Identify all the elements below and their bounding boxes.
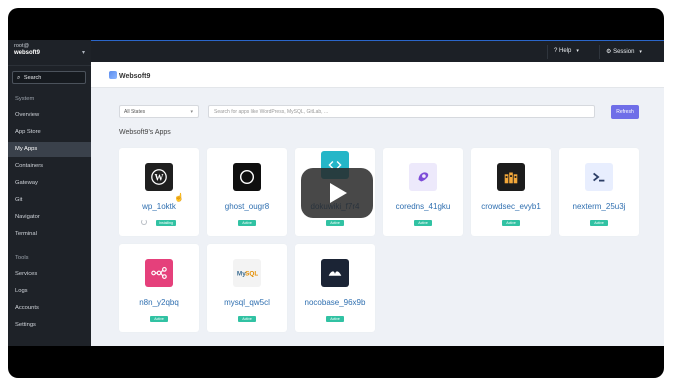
wordpress-icon: W — [145, 163, 173, 191]
user-switcher[interactable]: root@ websoft9 ▾ — [8, 40, 91, 66]
status-badge: Active — [502, 220, 520, 226]
section-title: Websoft9's Apps — [119, 129, 171, 136]
help-icon: ? — [554, 48, 558, 54]
app-header: Websoft9 — [91, 62, 664, 88]
sidebar: root@ websoft9 ▾ ⌕ Search System Overvie… — [8, 40, 91, 346]
nocobase-icon — [321, 259, 349, 287]
status-badge: Active — [414, 220, 432, 226]
coredns-icon — [409, 163, 437, 191]
sidebar-heading-system: System — [15, 96, 35, 102]
sidebar-item-logs[interactable]: Logs — [8, 284, 91, 299]
sidebar-item-containers[interactable]: Containers — [8, 159, 91, 174]
app-name: wp_1oktk — [142, 202, 176, 211]
app-card-mysql[interactable]: My SQL mysql_qw5cl Active — [207, 244, 287, 332]
app-name: nexterm_25u3j — [572, 202, 626, 211]
logo-icon — [109, 71, 117, 79]
chevron-down-icon: ▾ — [190, 109, 193, 115]
chevron-down-icon: ▾ — [576, 48, 579, 54]
status-badge: Active — [238, 316, 256, 322]
app-card-ghost[interactable]: ghost_ougr8 Active — [207, 148, 287, 236]
sidebar-item-terminal[interactable]: Terminal — [8, 227, 91, 242]
help-button[interactable]: ? Help ▾ — [547, 45, 585, 59]
user-name: websoft9 — [14, 50, 41, 56]
app-card-nexterm[interactable]: nexterm_25u3j Active — [559, 148, 639, 236]
refresh-button[interactable]: Refresh — [611, 105, 639, 119]
terminal-icon — [585, 163, 613, 191]
status-filter-value: All States — [124, 109, 146, 115]
status-badge: Active — [326, 220, 344, 226]
app-name: crowdsec_evyb1 — [481, 202, 541, 211]
status-badge: Active — [590, 220, 608, 226]
sidebar-heading-tools: Tools — [15, 255, 29, 261]
app-card-nocobase[interactable]: nocobase_96x9b Active — [295, 244, 375, 332]
app-card-crowdsec[interactable]: crowdsec_evyb1 Active — [471, 148, 551, 236]
n8n-icon — [145, 259, 173, 287]
video-frame: root@ websoft9 ▾ ⌕ Search System Overvie… — [8, 8, 664, 378]
status-badge: Active — [150, 316, 168, 322]
app-card-wp[interactable]: W wp_1oktk Installing ☝ — [119, 148, 199, 236]
websoft9-logo: Websoft9 — [109, 71, 150, 80]
sidebar-search[interactable]: ⌕ Search — [12, 71, 86, 84]
svg-text:SQL: SQL — [245, 271, 258, 278]
mysql-icon: My SQL — [233, 259, 261, 287]
top-bar: ? Help ▾ ⚙ Session ▾ — [91, 40, 664, 62]
session-button[interactable]: ⚙ Session ▾ — [599, 45, 648, 59]
svg-text:W: W — [155, 173, 164, 183]
status-badge: Active — [238, 220, 256, 226]
search-icon: ⌕ — [17, 75, 21, 81]
app-name: n8n_y2qbq — [139, 298, 179, 307]
ghost-icon — [233, 163, 261, 191]
chevron-down-icon: ▾ — [639, 49, 642, 55]
mouse-cursor-icon: ☝ — [174, 193, 184, 202]
play-icon — [330, 183, 347, 203]
brand-name: Websoft9 — [119, 73, 151, 80]
app-name: mysql_qw5cl — [224, 298, 270, 307]
app-card-n8n[interactable]: n8n_y2qbq Active — [119, 244, 199, 332]
sidebar-item-git[interactable]: Git — [8, 193, 91, 208]
status-badge: Installing — [156, 220, 176, 226]
chevron-down-icon[interactable]: ▾ — [82, 49, 85, 56]
app-search-input[interactable]: Search for apps like WordPress, MySQL, G… — [208, 105, 595, 118]
app-name: nocobase_96x9b — [304, 298, 366, 307]
sidebar-item-settings[interactable]: Settings — [8, 318, 91, 333]
sidebar-item-services[interactable]: Services — [8, 267, 91, 282]
search-label: Search — [23, 75, 42, 81]
sidebar-item-my-apps[interactable]: My Apps — [8, 142, 91, 157]
gear-icon: ⚙ — [606, 49, 612, 55]
user-host: root@ — [14, 43, 30, 49]
app-name: ghost_ougr8 — [224, 202, 270, 211]
app-name: coredns_41gku — [395, 202, 451, 211]
video-play-button[interactable] — [301, 168, 373, 218]
loading-spinner-icon — [141, 219, 147, 225]
status-badge: Active — [326, 316, 344, 322]
sidebar-item-app-store[interactable]: App Store — [8, 125, 91, 140]
main-content: Websoft9 All States ▾ Search for apps li… — [91, 62, 664, 346]
app-card-coredns[interactable]: coredns_41gku Active — [383, 148, 463, 236]
sidebar-item-accounts[interactable]: Accounts — [8, 301, 91, 316]
sidebar-item-navigator[interactable]: Navigator — [8, 210, 91, 225]
sidebar-item-overview[interactable]: Overview — [8, 108, 91, 123]
help-label: Help — [559, 48, 572, 54]
session-label: Session — [613, 49, 635, 55]
crowdsec-icon — [497, 163, 525, 191]
sidebar-item-gateway[interactable]: Gateway — [8, 176, 91, 191]
status-filter-select[interactable]: All States ▾ — [119, 105, 199, 118]
